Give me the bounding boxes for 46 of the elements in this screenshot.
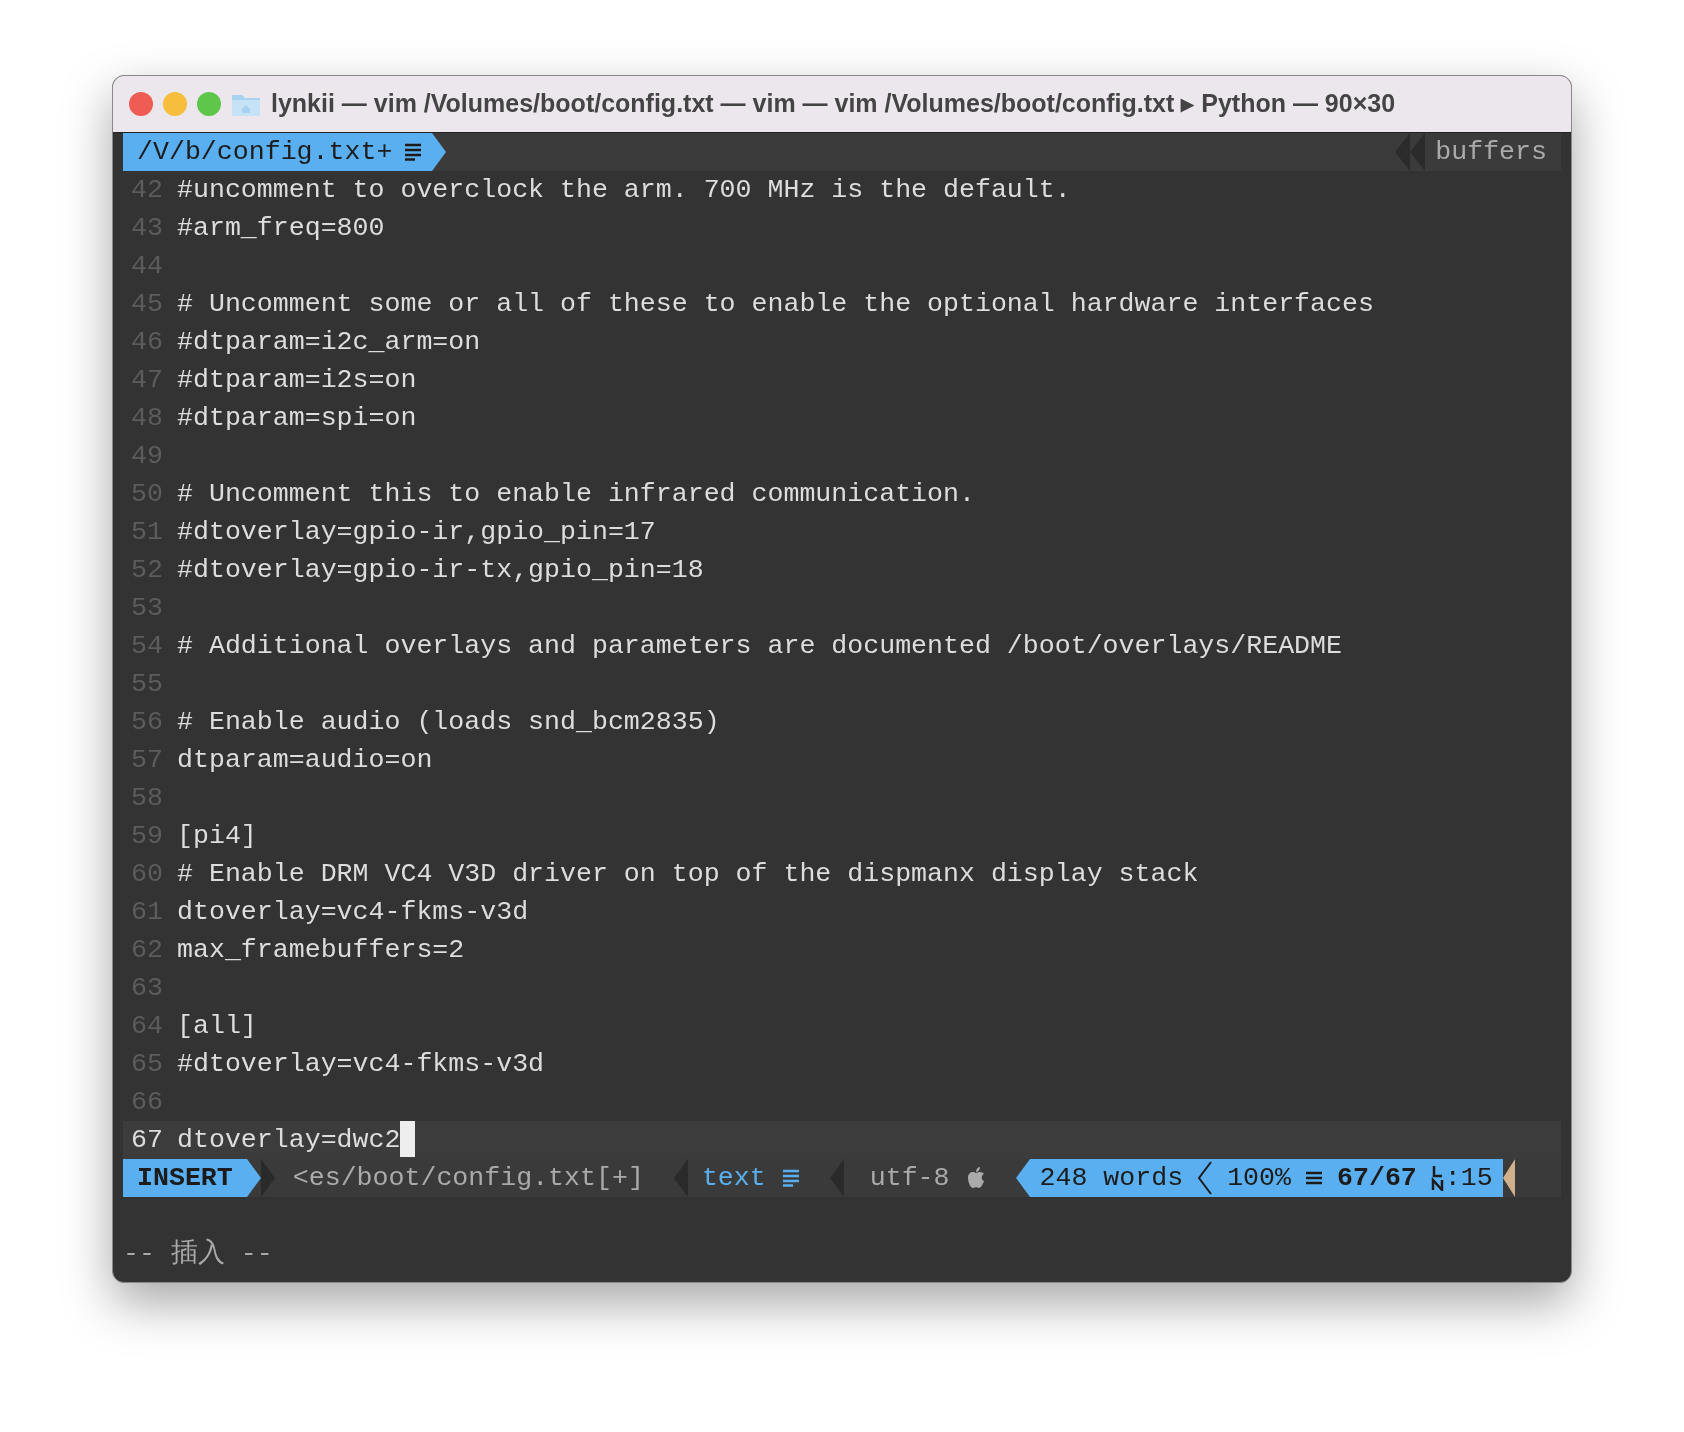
code-line: #dtoverlay=gpio-ir-tx,gpio_pin=18	[177, 554, 704, 587]
buffer-tab[interactable]: /V/b/config.txt+	[123, 133, 433, 171]
code-line: # Uncomment some or all of these to enable the optional hardware interfaces	[177, 288, 1374, 321]
command-line: -- 插入 --	[123, 1237, 274, 1271]
line-number-icon	[1430, 1165, 1445, 1191]
lines-icon	[1305, 1170, 1323, 1186]
zoom-button[interactable]	[197, 92, 221, 116]
code-line: #dtoverlay=gpio-ir,gpio_pin=17	[177, 516, 656, 549]
line-position: 67/67	[1337, 1162, 1417, 1195]
text-cursor	[400, 1121, 416, 1157]
code-line: #uncomment to overclock the arm. 700 MHz is the default.	[177, 174, 1071, 207]
buffers-label: buffers	[1434, 136, 1548, 169]
code-line: dtoverlay=dwc2	[177, 1124, 401, 1157]
separator-arrow	[432, 133, 447, 171]
lines-icon	[404, 143, 423, 161]
code-line: #dtoverlay=vc4-fkms-v3d	[177, 1048, 545, 1081]
code-line: # Enable DRM VC4 V3D driver on top of the dispmanx display stack	[177, 858, 1199, 891]
encoding-label: utf-8	[869, 1162, 950, 1195]
filetype-label: text	[701, 1162, 766, 1195]
separator-arrow	[1502, 1159, 1515, 1197]
separator-icon	[1197, 1160, 1214, 1196]
separator-arrow	[260, 1159, 275, 1197]
code-line: #dtparam=spi=on	[177, 402, 417, 435]
code-line: #arm_freq=800	[177, 212, 385, 245]
code-line: #dtparam=i2c_arm=on	[177, 326, 481, 359]
separator-arrow	[246, 1159, 261, 1197]
lines-icon	[781, 1169, 800, 1187]
column-label: :15	[1444, 1162, 1493, 1195]
minimize-button[interactable]	[163, 92, 187, 116]
code-line: # Uncomment this to enable infrared communication.	[177, 478, 975, 511]
file-path: <es/boot/config.txt[+]	[292, 1162, 644, 1195]
code-line: dtparam=audio=on	[177, 744, 433, 777]
code-line: max_framebuffers=2	[177, 934, 465, 967]
code-line: [all]	[177, 1010, 257, 1043]
close-button[interactable]	[129, 92, 153, 116]
code-line: # Enable audio (loads snd_bcm2835)	[177, 706, 720, 739]
code-line: [pi4]	[177, 820, 257, 853]
percent-label: 100%	[1227, 1162, 1291, 1195]
word-count: 248 words	[1039, 1162, 1184, 1195]
code-line: dtoverlay=vc4-fkms-v3d	[177, 896, 529, 929]
apple-icon	[965, 1166, 986, 1190]
line-number: 67	[130, 1124, 164, 1157]
code-line: #dtparam=i2s=on	[177, 364, 417, 397]
window-title: lynkii — vim /Volumes/boot/config.txt — vim — vim /Volumes/boot/config.txt ▸ Python — 90×30	[271, 88, 1396, 120]
code-line: # Additional overlays and parameters are documented /boot/overlays/README	[177, 630, 1342, 663]
mode-indicator: INSERT	[123, 1159, 247, 1197]
